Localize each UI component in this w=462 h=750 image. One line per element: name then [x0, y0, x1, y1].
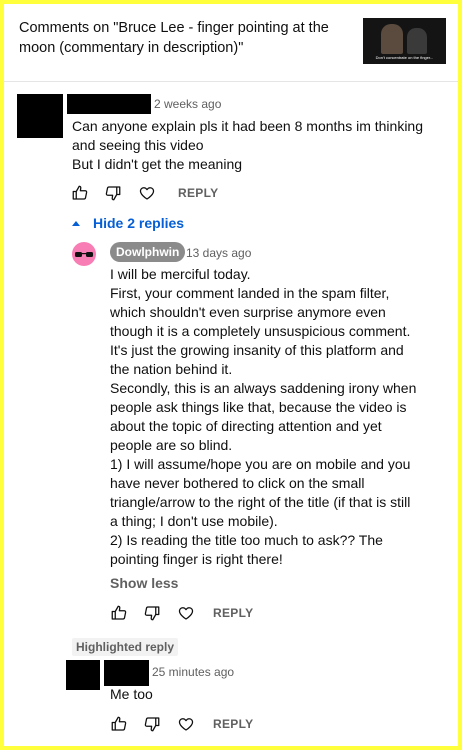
reply-timestamp[interactable]: 13 days ago	[186, 246, 251, 260]
reply-line: It's just the growing insanity of this p…	[110, 342, 404, 358]
heart-icon[interactable]	[177, 715, 195, 733]
caret-up-icon	[72, 221, 80, 226]
thumbnail-figure-right	[407, 28, 427, 54]
reply-line: pointing finger is right there!	[110, 551, 283, 567]
comments-header: Comments on "Bruce Lee - finger pointing…	[4, 4, 458, 82]
comments-title: Comments on "Bruce Lee - finger pointing…	[19, 20, 329, 56]
comments-panel: Comments on "Bruce Lee - finger pointing…	[4, 4, 458, 746]
reply-line: though it is a completely unsuspicious c…	[110, 323, 411, 339]
reply-line: the nation behind it.	[110, 361, 233, 377]
reply-actions: REPLY	[110, 715, 310, 735]
sunglasses-icon	[75, 252, 93, 257]
reply-line: people ask things like that, because the…	[110, 399, 407, 415]
highlighted-reply-label: Highlighted reply	[72, 638, 179, 656]
comment-timestamp[interactable]: 2 weeks ago	[154, 97, 221, 111]
show-less-button[interactable]: Show less	[110, 575, 178, 591]
author-name-badge[interactable]: Dowlphwin	[110, 242, 186, 262]
reply-text: I will be merciful today. First, your co…	[110, 265, 430, 569]
reply-line: a thing; I don't use mobile).	[110, 513, 278, 529]
thumbs-up-icon[interactable]	[71, 184, 89, 202]
reply-line: triangle/arrow to the right of the title…	[110, 494, 411, 510]
thumbnail-figure-left	[381, 24, 403, 54]
redacted-username	[67, 94, 151, 114]
reply-timestamp[interactable]: 25 minutes ago	[152, 665, 234, 679]
redacted-avatar	[66, 660, 100, 690]
heart-icon[interactable]	[177, 604, 195, 622]
reply-line: First, your comment landed in the spam f…	[110, 285, 390, 301]
reply-line: I will be merciful today.	[110, 266, 251, 282]
heart-icon[interactable]	[138, 184, 156, 202]
thumbs-down-icon[interactable]	[143, 715, 161, 733]
comment-line: But I didn't get the meaning	[72, 156, 243, 172]
video-thumbnail[interactable]: Don't concentrate on the finger...	[363, 18, 446, 64]
reply-line: 1) I will assume/hope you are on mobile …	[110, 456, 411, 472]
reply-line: people are so blind.	[110, 437, 233, 453]
thumbs-up-icon[interactable]	[110, 604, 128, 622]
hide-replies-label: Hide 2 replies	[93, 215, 185, 231]
reply-button[interactable]: REPLY	[213, 717, 253, 731]
thumbs-down-icon[interactable]	[143, 604, 161, 622]
thumbnail-caption: Don't concentrate on the finger...	[375, 55, 434, 60]
redacted-avatar	[17, 94, 63, 138]
thumbs-down-icon[interactable]	[104, 184, 122, 202]
reply-button[interactable]: REPLY	[213, 606, 253, 620]
reply-author-avatar[interactable]	[72, 242, 96, 266]
comment-line: Can anyone explain pls it had been 8 mon…	[72, 118, 423, 134]
reply-text: Me too	[110, 686, 153, 702]
reply-button[interactable]: REPLY	[178, 186, 218, 200]
reply-line: Secondly, this is an always saddening ir…	[110, 380, 417, 396]
reply-line: which shouldn't even surprise anymore ev…	[110, 304, 386, 320]
comment-line: and seeing this video	[72, 137, 204, 153]
reply-line: about the topic of directing attention a…	[110, 418, 382, 434]
redacted-username	[104, 660, 149, 686]
reply-actions: REPLY	[110, 604, 310, 624]
reply-line: 2) Is reading the title too much to ask?…	[110, 532, 383, 548]
comment-text: Can anyone explain pls it had been 8 mon…	[72, 117, 432, 174]
reply-line: have never bothered to click on the smal…	[110, 475, 365, 491]
comment-actions: REPLY	[71, 184, 271, 204]
thumbs-up-icon[interactable]	[110, 715, 128, 733]
